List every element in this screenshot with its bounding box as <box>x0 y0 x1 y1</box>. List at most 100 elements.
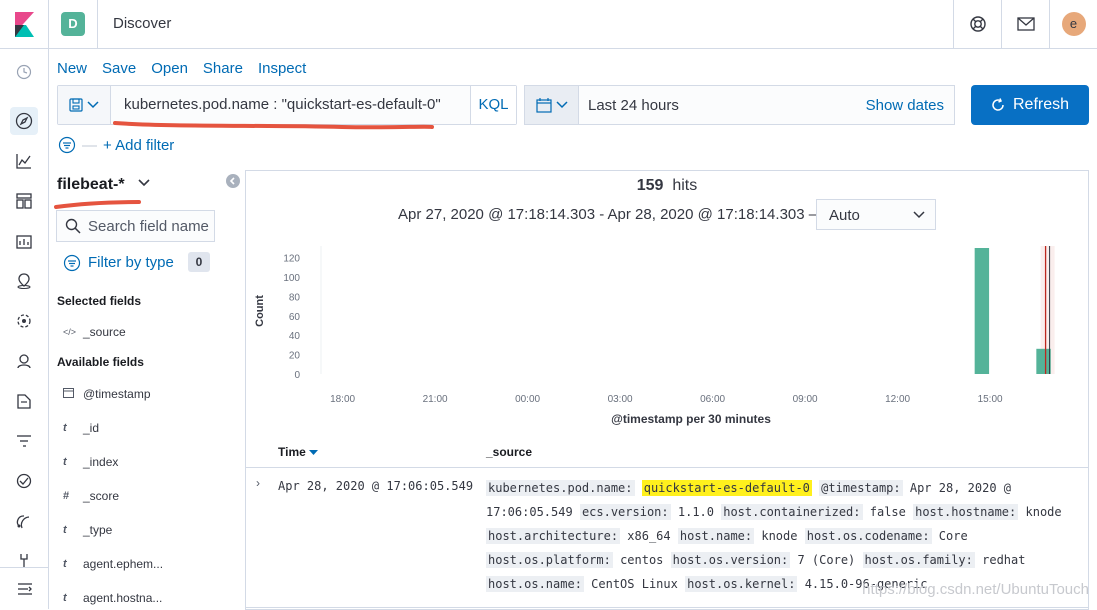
apm-icon[interactable] <box>10 427 38 455</box>
field-name: _id <box>83 421 100 435</box>
row-timestamp: Apr 28, 2020 @ 17:06:05.549 <box>278 479 474 493</box>
sort-down-icon[interactable] <box>309 450 319 456</box>
visualize-chart-icon[interactable] <box>10 147 38 175</box>
source-column-header: _source <box>486 445 533 459</box>
x-tick-label: 03:00 <box>608 394 633 405</box>
red-underline-annotation <box>113 121 434 130</box>
filter-type-icon <box>63 254 81 272</box>
filter-by-type-button[interactable]: Filter by type <box>88 254 174 271</box>
add-filter-button[interactable]: + Add filter <box>103 137 174 154</box>
field-search-input[interactable]: Search field name <box>56 210 215 242</box>
time-column-header[interactable]: Time <box>278 445 319 459</box>
source-field-key: host.os.name: <box>486 576 584 592</box>
histogram-chart[interactable]: 120 100 80 60 40 20 0 18:00 21:00 00:00 03:00 06:00… <box>246 171 1088 437</box>
source-field-value: knode <box>761 529 798 543</box>
field-item[interactable]: t agent.ephem... <box>63 557 163 571</box>
open-button[interactable]: Open <box>151 60 188 77</box>
source-field-key: host.os.kernel: <box>685 576 798 592</box>
source-field-value: knode <box>1025 505 1062 519</box>
field-name: _index <box>83 455 119 469</box>
top-header: D Discover e <box>0 0 1097 49</box>
nav-collapse-button[interactable] <box>0 567 49 609</box>
refresh-label: Refresh <box>1012 96 1070 113</box>
chevron-down-icon[interactable] <box>137 178 151 188</box>
field-item[interactable]: @timestamp <box>63 387 151 401</box>
share-button[interactable]: Share <box>203 60 243 77</box>
y-axis-label: Count <box>254 295 266 327</box>
query-language-button[interactable]: KQL <box>470 86 516 124</box>
quick-select-button[interactable] <box>525 86 579 124</box>
histogram-bar <box>1036 348 1051 374</box>
query-input[interactable]: kubernetes.pod.name : "quickstart-es-def… <box>124 96 441 113</box>
save-button[interactable]: Save <box>102 60 136 77</box>
mail-icon[interactable] <box>1001 0 1049 48</box>
date-range-label[interactable]: Last 24 hours <box>588 97 679 114</box>
field-item[interactable]: t agent.hostna... <box>63 591 162 605</box>
page-title: Discover <box>113 15 172 32</box>
y-tick-label: 20 <box>289 351 301 362</box>
y-tick-label: 100 <box>283 273 300 284</box>
field-name: _type <box>83 523 113 537</box>
field-name: @timestamp <box>83 387 151 401</box>
kibana-logo[interactable] <box>0 0 49 49</box>
source-field-value: 7 (Core) <box>797 553 856 567</box>
histogram-bar <box>974 248 990 374</box>
string-field-icon: t <box>63 592 67 604</box>
date-field-icon <box>63 387 83 401</box>
index-pattern-selector[interactable]: filebeat-* <box>57 176 125 194</box>
source-field-key: host.os.codename: <box>804 528 932 544</box>
inspect-button[interactable]: Inspect <box>258 60 306 77</box>
row-source: kubernetes.pod.name: quickstart-es-defau… <box>486 476 1076 596</box>
calendar-icon <box>535 97 552 113</box>
source-field-icon: </> <box>63 327 77 337</box>
source-field-key: ecs.version: <box>579 504 671 520</box>
filter-separator: — <box>82 136 97 154</box>
new-button[interactable]: New <box>57 60 87 77</box>
refresh-button[interactable]: Refresh <box>971 85 1089 125</box>
field-item[interactable]: # _score <box>63 489 119 503</box>
string-field-icon: t <box>63 456 67 468</box>
space-avatar[interactable]: D <box>61 12 85 36</box>
siem-icon[interactable] <box>10 347 38 375</box>
user-menu-button[interactable]: e <box>1049 0 1097 48</box>
maps-icon[interactable] <box>10 267 38 295</box>
date-picker: Last 24 hours Show dates <box>524 85 955 125</box>
chevron-left-icon <box>229 177 235 185</box>
source-field-value: x86_64 <box>627 529 671 543</box>
source-field-key: host.os.family: <box>862 552 975 568</box>
saved-query-button[interactable] <box>58 86 111 124</box>
source-field-key: host.hostname: <box>913 504 1019 520</box>
dev-tools-icon[interactable] <box>10 507 38 535</box>
top-nav-menu: New Save Open Share Inspect <box>57 60 306 77</box>
available-fields-heading: Available fields <box>57 355 144 369</box>
collapse-sidebar-button[interactable] <box>226 174 240 188</box>
x-tick-label: 06:00 <box>700 394 725 405</box>
filter-options-icon[interactable] <box>58 136 76 154</box>
uptime-icon[interactable] <box>10 467 38 495</box>
show-dates-link[interactable]: Show dates <box>866 97 944 114</box>
selected-fields-heading: Selected fields <box>57 294 142 308</box>
y-tick-label: 0 <box>294 370 300 381</box>
canvas-icon[interactable] <box>10 227 38 255</box>
string-field-icon: t <box>63 422 67 434</box>
y-tick-label: 120 <box>283 254 300 265</box>
source-field-value: centos <box>620 553 664 567</box>
field-name: _source <box>83 325 126 339</box>
field-item[interactable]: t _id <box>63 421 99 435</box>
recent-clock-icon[interactable] <box>10 58 38 86</box>
field-item[interactable]: </> _source <box>63 325 126 339</box>
logs-icon[interactable] <box>10 387 38 415</box>
x-tick-label: 12:00 <box>885 394 910 405</box>
header-divider <box>97 0 98 48</box>
ml-icon[interactable] <box>10 307 38 335</box>
field-item[interactable]: t _index <box>63 455 118 469</box>
discover-compass-icon[interactable] <box>10 107 38 135</box>
help-icon[interactable] <box>953 0 1001 48</box>
dashboard-icon[interactable] <box>10 187 38 215</box>
expand-row-icon[interactable]: › <box>256 476 260 490</box>
y-tick-label: 40 <box>289 331 301 342</box>
x-tick-label: 21:00 <box>423 394 448 405</box>
chevron-down-icon <box>87 101 99 109</box>
field-item[interactable]: t _type <box>63 523 112 537</box>
filter-row: — + Add filter <box>58 136 174 154</box>
